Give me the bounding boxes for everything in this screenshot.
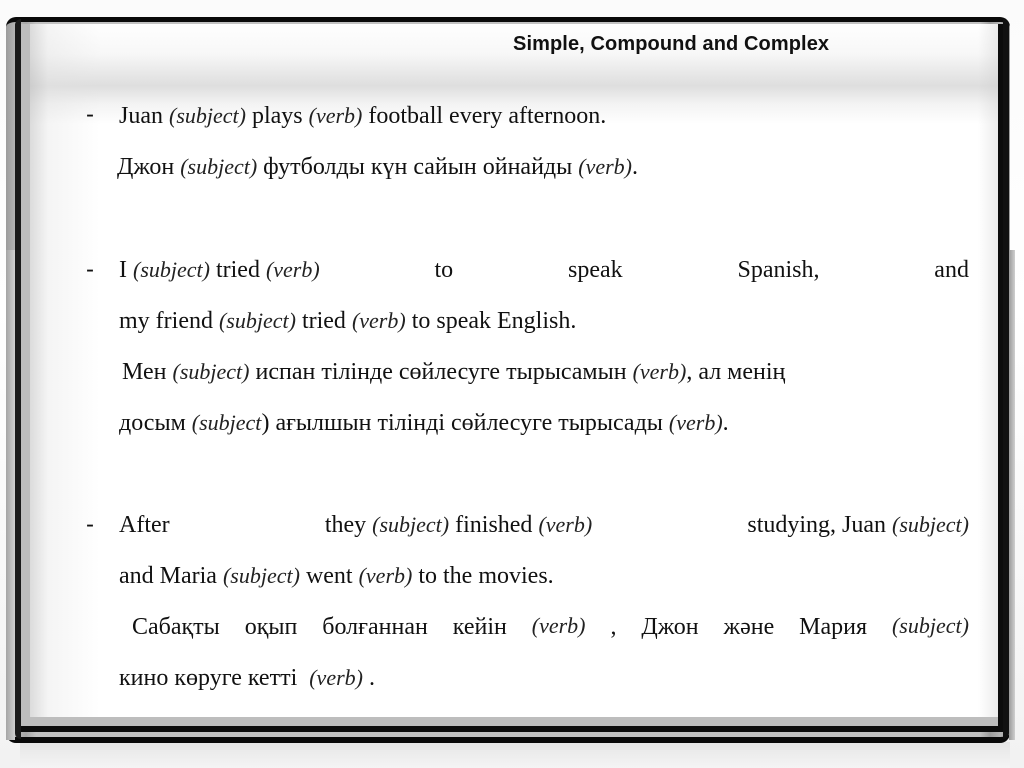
frame-edge-right: [1009, 250, 1015, 740]
text: went: [299, 563, 359, 589]
text: tried: [215, 257, 260, 283]
role-label: (verb): [538, 512, 593, 537]
text: to the movies.: [412, 563, 554, 589]
role-label: (subject): [891, 613, 969, 638]
text: and: [934, 257, 969, 283]
text: футболды күн сайын ойнайды: [257, 154, 579, 180]
text: finished: [455, 512, 533, 538]
text: және: [723, 614, 775, 640]
text: Джон: [117, 154, 181, 180]
text: Джон: [641, 614, 699, 640]
role-label: (verb): [265, 257, 320, 282]
role-label: (subject): [172, 359, 250, 384]
sentence-english-cont: my friend (subject) tried (verb) to spea…: [119, 309, 576, 333]
text: tried: [295, 308, 352, 334]
slide-shadow: [20, 742, 1010, 768]
text: Spanish,: [737, 257, 820, 283]
text: they: [324, 512, 367, 538]
role-label: (verb): [578, 154, 633, 179]
role-label: (subject: [191, 410, 262, 435]
sentence-kazakh: Сабақты оқып болғаннан кейін (verb) , Дж…: [132, 613, 969, 640]
role-label: (verb): [358, 563, 413, 588]
frame-edge-left: [6, 250, 15, 740]
sentence-kazakh: Джон (subject) футболды күн сайын ойнайд…: [117, 155, 638, 179]
text: and Maria: [119, 563, 223, 589]
text: studying, Juan: [747, 512, 887, 538]
text: football every afternoon.: [362, 103, 607, 129]
text: , ал менің: [686, 359, 786, 385]
text: plays: [245, 103, 309, 129]
role-label: (subject): [133, 257, 210, 282]
text: оқып: [244, 614, 298, 640]
sentence-kazakh: Мен (subject) испан тілінде сөйлесуге ты…: [122, 360, 785, 384]
text: досым: [119, 410, 192, 436]
text: ,: [610, 614, 617, 640]
text: I: [119, 257, 127, 283]
text: кейін: [452, 614, 507, 640]
role-label: (subject): [180, 154, 258, 179]
role-label: (verb): [351, 308, 406, 333]
sentence-kazakh-cont: досым (subject) ағылшын тілінді сөйлесуг…: [119, 411, 729, 435]
role-label: (verb): [632, 359, 687, 384]
text: to: [434, 257, 454, 283]
bullet-marker: -: [86, 256, 94, 283]
sentence-english-cont: and Maria (subject) went (verb) to the m…: [119, 564, 554, 588]
text: Мен: [122, 359, 173, 385]
frame-border-right: [1003, 19, 1009, 739]
role-label: (verb): [531, 613, 586, 638]
role-label: (subject): [222, 563, 300, 588]
text: Мария: [799, 614, 868, 640]
sentence-english: After they (subject) finished (verb) stu…: [119, 513, 969, 537]
sentence-kazakh-cont: кино көруге кетті (verb) .: [119, 666, 375, 690]
slide-title: Simple, Compound and Complex: [513, 33, 830, 55]
role-label: (subject): [169, 103, 246, 128]
text: ағылшын тілінді сөйлесуге тырысады: [269, 410, 669, 436]
text: кино көруге кетті: [119, 665, 310, 691]
text: After: [119, 512, 170, 538]
text: speak: [568, 257, 623, 283]
text: to speak English.: [405, 308, 577, 334]
role-label: (subject): [372, 512, 450, 537]
role-label: (verb): [309, 665, 363, 690]
sentence-english: Juan (subject) plays (verb) football eve…: [119, 104, 606, 128]
bullet-marker: -: [86, 511, 94, 538]
role-label: (subject): [892, 512, 969, 537]
role-label: (verb): [308, 103, 363, 128]
sentence-english: I (subject) tried (verb) to speak Spanis…: [119, 258, 969, 282]
text: .: [362, 665, 375, 691]
role-label: (verb): [668, 410, 723, 435]
bullet-marker: -: [86, 101, 94, 128]
text: .: [722, 410, 729, 436]
text: Juan: [119, 103, 169, 129]
text: болғаннан: [322, 614, 428, 640]
text: .: [632, 154, 639, 180]
text: my friend: [119, 308, 219, 334]
role-label: (subject): [218, 308, 296, 333]
text: испан тілінде сөйлесуге тырысамын: [249, 359, 633, 385]
text: Сабақты: [132, 614, 220, 640]
